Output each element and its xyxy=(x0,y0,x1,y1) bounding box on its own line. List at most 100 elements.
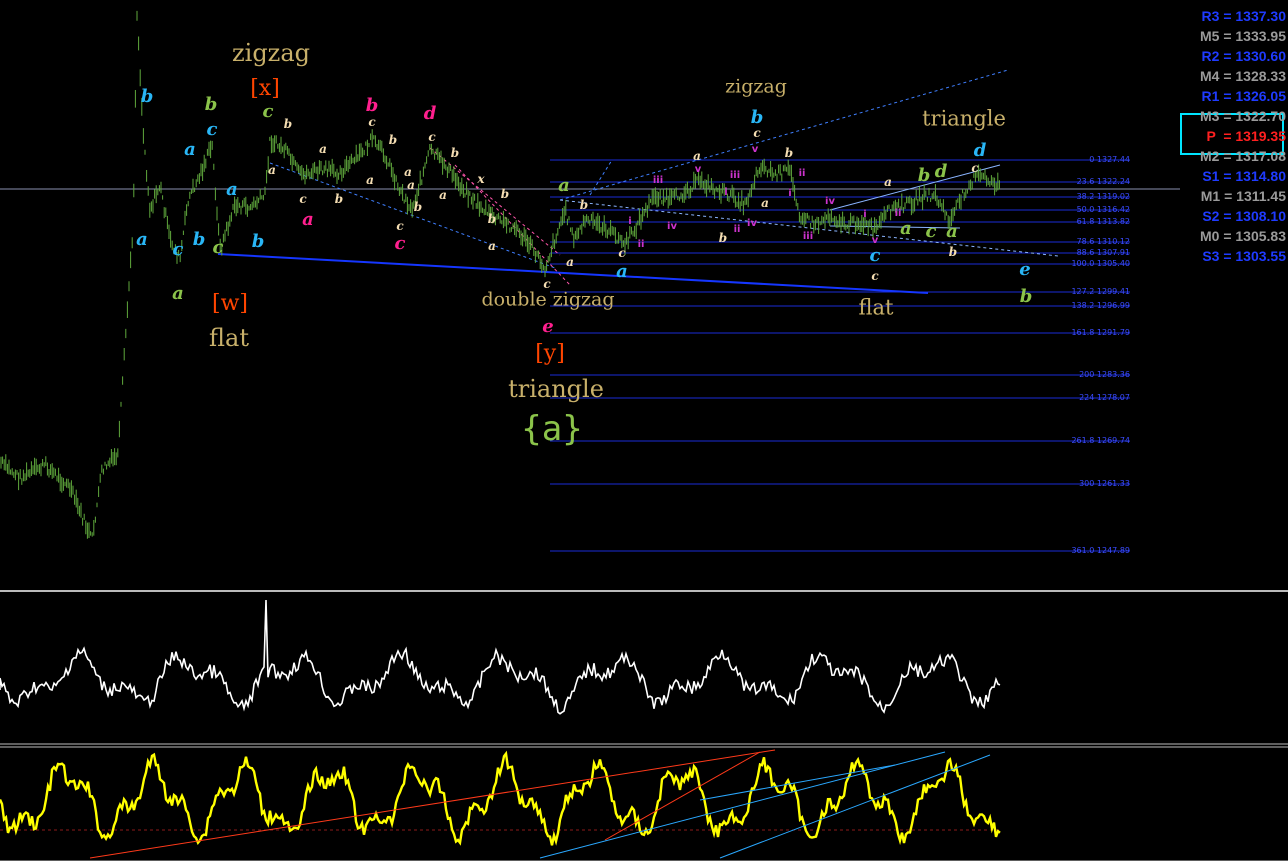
pattern-label: triangle xyxy=(508,375,604,403)
wave-label: a xyxy=(693,149,701,163)
wave-label: ii xyxy=(798,168,806,179)
wave-label: a xyxy=(184,139,196,160)
wave-label: a xyxy=(616,261,628,282)
wave-label: v xyxy=(694,164,702,175)
wave-label: b xyxy=(388,133,398,147)
wave-label: b xyxy=(784,146,794,160)
wave-label: c xyxy=(971,161,979,175)
oscillator-yellow-line xyxy=(0,750,1001,846)
wave-label: b xyxy=(450,146,460,160)
wave-label: a xyxy=(407,178,415,192)
wave-label: c xyxy=(368,115,376,129)
wave-label: c xyxy=(871,269,879,283)
wave-label: e xyxy=(542,316,554,337)
pattern-label: flat xyxy=(209,324,249,352)
degree-bracket-label: [w] xyxy=(212,291,248,316)
fib-level-label: 361.0 1247.89 xyxy=(1071,546,1130,556)
fib-level-label: 161.8 1291.79 xyxy=(1071,328,1130,338)
pivot-level-label: M0 = 1305.83 xyxy=(1199,228,1286,244)
wave-label: c xyxy=(925,221,937,242)
oscillator-white-line xyxy=(0,599,1001,715)
wave-label: b xyxy=(750,107,764,128)
fib-level-label: 138.2 1296.99 xyxy=(1071,301,1130,311)
pivot-level-label: M2 = 1317.08 xyxy=(1199,148,1286,164)
wave-label: v xyxy=(871,235,879,246)
chart-stage: R3 = 1337.30 M5 = 1333.95 R2 = 1330.60 M4 =… xyxy=(0,0,1288,861)
wave-label: a xyxy=(900,218,912,239)
wave-label: v xyxy=(751,144,759,155)
fib-level-label: 50.0 1316.42 xyxy=(1076,205,1130,215)
pattern-label: zigzag xyxy=(232,39,310,67)
fib-level-label: 61.8 1313.82 xyxy=(1076,217,1130,227)
wave-label: iv xyxy=(747,218,757,229)
fib-level-label: 78.6 1310.12 xyxy=(1076,237,1130,247)
pattern-label: triangle xyxy=(922,106,1006,131)
chart-svg xyxy=(0,10,1288,861)
wave-label: i xyxy=(788,188,792,199)
degree-bracket-label: [y] xyxy=(535,341,565,366)
osc-trendline-red xyxy=(604,751,761,841)
wave-label: b xyxy=(718,231,728,245)
wave-label: ii xyxy=(894,208,902,219)
fib-level-label: 0 1327.44 xyxy=(1089,155,1130,165)
pivot-level-label: M4 = 1328.33 xyxy=(1199,68,1286,84)
wave-label: b xyxy=(413,200,423,214)
pattern-label: double zigzag xyxy=(481,288,615,311)
pivot-level-label: M5 = 1333.95 xyxy=(1199,28,1286,44)
wave-label: ii xyxy=(733,224,741,235)
wave-label: b xyxy=(204,94,218,115)
wave-label: x xyxy=(477,172,485,186)
wave-label: ii xyxy=(637,239,645,250)
wave-label: b xyxy=(487,212,497,226)
osc-trendline-red xyxy=(89,749,776,859)
pivot-level-label: S3 = 1303.55 xyxy=(1202,248,1286,264)
degree-bracket-label: [x] xyxy=(250,76,280,101)
wave-label: iii xyxy=(729,170,741,181)
wave-label: c xyxy=(206,119,218,140)
pivot-level-label: R3 = 1337.30 xyxy=(1201,8,1286,24)
pivot-level-label: M1 = 1311.45 xyxy=(1200,188,1286,204)
fib-level-label: 261.8 1269.74 xyxy=(1071,436,1130,446)
fib-level-label: 127.2 1299.41 xyxy=(1071,287,1130,297)
wave-label: b xyxy=(1019,286,1033,307)
wave-label: i xyxy=(863,209,867,220)
wave-label: a xyxy=(566,255,574,269)
fib-level-label: 200 1283.36 xyxy=(1079,370,1130,380)
wave-label: e xyxy=(1019,259,1031,280)
wave-label: b xyxy=(251,231,265,252)
wave-label: a xyxy=(761,196,769,210)
wave-label: d xyxy=(423,103,437,124)
wave-label: b xyxy=(192,229,206,250)
wave-label: iv xyxy=(667,221,677,232)
wave-label: a xyxy=(558,175,570,196)
wave-label: c xyxy=(869,245,881,266)
pivot-level-label: R2 = 1330.60 xyxy=(1201,48,1286,64)
wave-label: d xyxy=(973,140,987,161)
wave-label: c xyxy=(172,239,184,260)
wave-label: a xyxy=(136,229,148,250)
wave-label: d xyxy=(934,161,948,182)
wave-label: a xyxy=(302,209,314,230)
wave-label: c xyxy=(299,192,307,206)
wave-label: c xyxy=(396,219,404,233)
channel-dashed xyxy=(589,159,613,196)
wave-label: a xyxy=(404,165,412,179)
wave-label: a xyxy=(946,221,958,242)
pivot-level-label: P = 1319.35 xyxy=(1206,128,1286,144)
wave-label: c xyxy=(428,130,436,144)
wave-label: b xyxy=(365,95,379,116)
fib-level-label: 100.0 1305.40 xyxy=(1071,259,1130,269)
wave-label: a xyxy=(366,173,374,187)
fib-level-label: 23.6 1322.24 xyxy=(1076,177,1130,187)
wave-label: c xyxy=(212,237,224,258)
wave-label: i xyxy=(628,216,632,227)
wave-label: a xyxy=(268,163,276,177)
fib-level-label: 224 1278.07 xyxy=(1079,393,1130,403)
pattern-label: flat xyxy=(858,295,894,320)
wave-label: c xyxy=(618,246,626,260)
wave-label: b xyxy=(140,86,154,107)
pivot-level-label: M3 = 1322.70 xyxy=(1199,108,1286,124)
wave-label: a xyxy=(226,179,238,200)
degree-label: {a} xyxy=(521,409,583,449)
wave-label: c xyxy=(262,101,274,122)
